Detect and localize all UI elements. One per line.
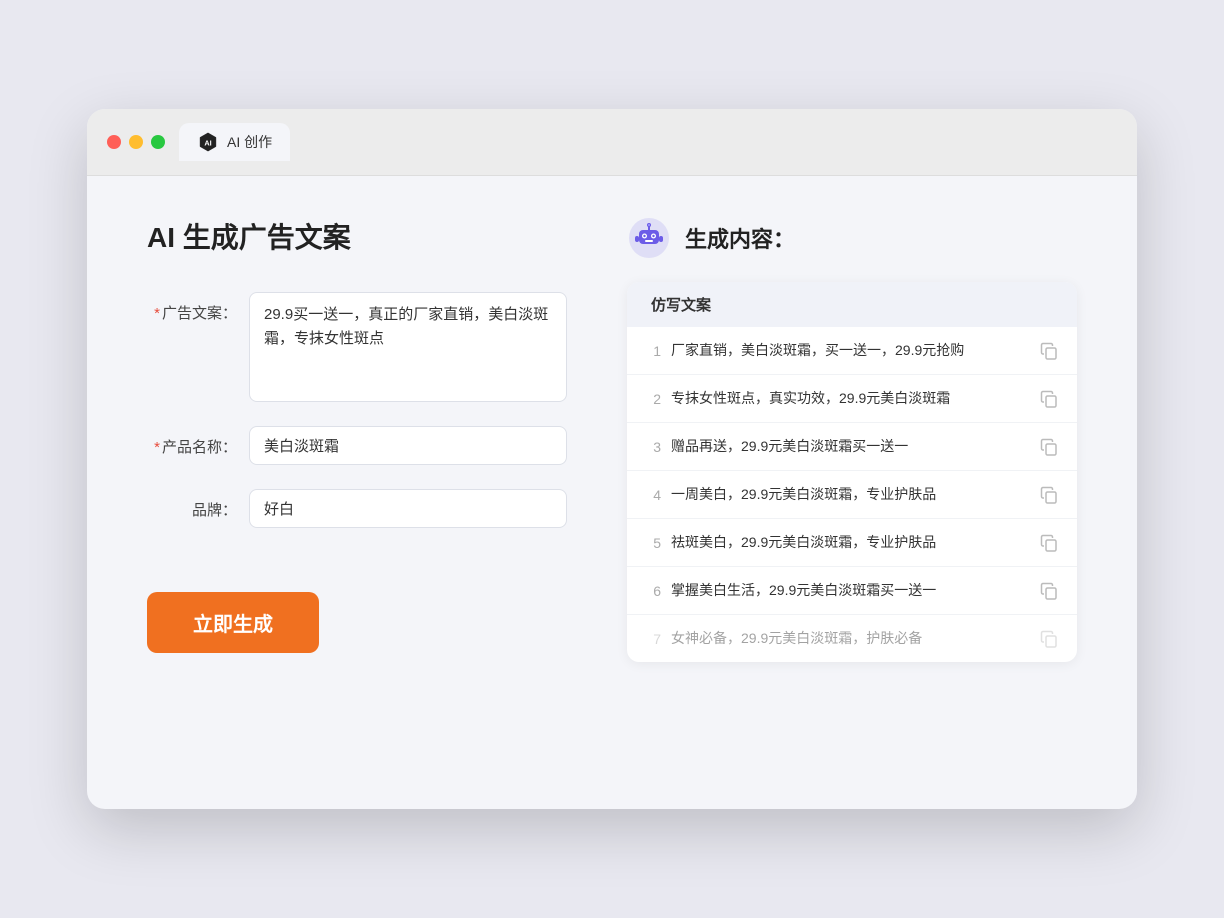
results-rows-container: 1 厂家直销，美白淡斑霜，买一送一，29.9元抢购 2 专抹女性斑点，真实功效，29… [627,327,1077,662]
maximize-button[interactable] [151,135,165,149]
row-number: 1 [637,343,661,359]
result-title: 生成内容： [685,222,795,254]
copy-icon[interactable] [1039,533,1059,553]
table-row: 6 掌握美白生活，29.9元美白淡斑霜买一送一 [627,567,1077,615]
row-number: 7 [637,631,661,647]
row-number: 3 [637,439,661,455]
row-text: 一周美白，29.9元美白淡斑霜，专业护肤品 [671,484,1029,505]
result-header: 生成内容： [627,216,1077,260]
copy-icon[interactable] [1039,629,1059,649]
ai-tab-icon: AI [197,131,219,153]
results-panel: 生成内容： 仿写文案 1 厂家直销，美白淡斑霜，买一送一，29.9元抢购 2 专抹女… [627,216,1077,736]
row-text: 专抹女性斑点，真实功效，29.9元美白淡斑霜 [671,388,1029,409]
product-name-row: *产品名称： [147,426,567,465]
ad-copy-input[interactable]: 29.9买一送一，真正的厂家直销，美白淡斑霜，专抹女性斑点 [249,292,567,402]
row-text: 掌握美白生活，29.9元美白淡斑霜买一送一 [671,580,1029,601]
titlebar: AI AI 创作 [87,109,1137,176]
row-text: 厂家直销，美白淡斑霜，买一送一，29.9元抢购 [671,340,1029,361]
traffic-lights [107,135,165,149]
required-star-1: * [154,305,160,322]
form-panel: AI 生成广告文案 *广告文案： 29.9买一送一，真正的厂家直销，美白淡斑霜，… [147,216,567,736]
robot-icon [627,216,671,260]
table-row: 7 女神必备，29.9元美白淡斑霜，护肤必备 [627,615,1077,662]
table-row: 5 祛斑美白，29.9元美白淡斑霜，专业护肤品 [627,519,1077,567]
row-number: 2 [637,391,661,407]
table-row: 2 专抹女性斑点，真实功效，29.9元美白淡斑霜 [627,375,1077,423]
product-name-input[interactable] [249,426,567,465]
row-text: 赠品再送，29.9元美白淡斑霜买一送一 [671,436,1029,457]
tab-label: AI 创作 [227,132,272,152]
brand-input[interactable] [249,489,567,528]
browser-window: AI AI 创作 AI 生成广告文案 *广告文案： 29.9买一送一，真正的厂家… [87,109,1137,809]
table-row: 3 赠品再送，29.9元美白淡斑霜买一送一 [627,423,1077,471]
generate-button[interactable]: 立即生成 [147,592,319,653]
copy-icon[interactable] [1039,485,1059,505]
required-star-2: * [154,439,160,456]
brand-row: 品牌： [147,489,567,528]
ad-copy-row: *广告文案： 29.9买一送一，真正的厂家直销，美白淡斑霜，专抹女性斑点 [147,292,567,402]
product-name-label: *产品名称： [147,426,237,457]
result-table: 仿写文案 1 厂家直销，美白淡斑霜，买一送一，29.9元抢购 2 专抹女性斑点，真实… [627,282,1077,662]
row-number: 5 [637,535,661,551]
ai-tab[interactable]: AI AI 创作 [179,123,290,161]
copy-icon[interactable] [1039,389,1059,409]
row-text: 祛斑美白，29.9元美白淡斑霜，专业护肤品 [671,532,1029,553]
svg-text:AI: AI [204,139,211,148]
row-number: 6 [637,583,661,599]
ad-copy-label: *广告文案： [147,292,237,323]
row-text: 女神必备，29.9元美白淡斑霜，护肤必备 [671,628,1029,649]
copy-icon[interactable] [1039,341,1059,361]
minimize-button[interactable] [129,135,143,149]
table-header: 仿写文案 [627,282,1077,327]
main-content: AI 生成广告文案 *广告文案： 29.9买一送一，真正的厂家直销，美白淡斑霜，… [87,176,1137,776]
page-title: AI 生成广告文案 [147,216,567,256]
table-row: 1 厂家直销，美白淡斑霜，买一送一，29.9元抢购 [627,327,1077,375]
row-number: 4 [637,487,661,503]
copy-icon[interactable] [1039,437,1059,457]
brand-label: 品牌： [147,489,237,520]
close-button[interactable] [107,135,121,149]
table-row: 4 一周美白，29.9元美白淡斑霜，专业护肤品 [627,471,1077,519]
copy-icon[interactable] [1039,581,1059,601]
